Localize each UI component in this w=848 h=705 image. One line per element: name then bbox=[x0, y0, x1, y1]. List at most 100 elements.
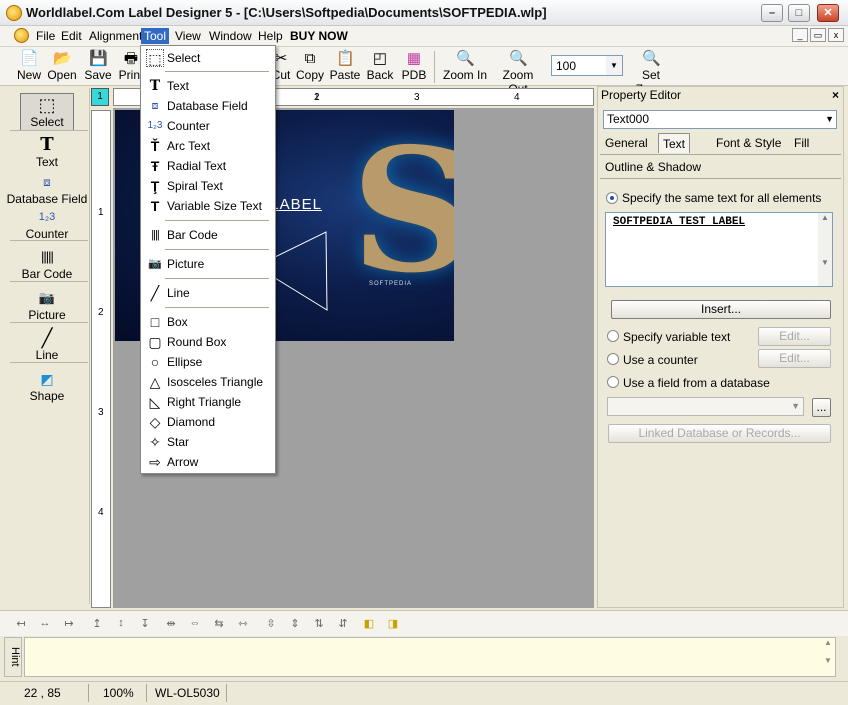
tool-menu-spiral-text[interactable]: Ţ Spiral Text bbox=[143, 176, 273, 196]
bring-front-icon[interactable]: ◧ bbox=[360, 617, 378, 631]
set-zoom-button[interactable]: 🔍 Set Zoom bbox=[626, 49, 676, 96]
object-select[interactable]: Text000 ▼ bbox=[603, 110, 837, 129]
variable-size-text-icon: T bbox=[150, 198, 160, 214]
tool-menu-bar-code[interactable]: |||| Bar Code bbox=[143, 225, 273, 245]
menu-file[interactable]: File bbox=[33, 28, 58, 44]
same-text-radio[interactable] bbox=[606, 192, 618, 204]
tool-menu-database-field[interactable]: ⧈ Database Field bbox=[143, 96, 273, 116]
insert-button[interactable]: Insert... bbox=[611, 300, 831, 319]
tool-menu-select[interactable]: ⬚ Select bbox=[143, 48, 273, 68]
mdi-restore-button[interactable]: ▭ bbox=[810, 28, 826, 42]
space-distribute-icon[interactable]: ⇿ bbox=[234, 617, 252, 631]
chevron-down-icon[interactable]: ▼ bbox=[791, 401, 800, 411]
zoom-out-button[interactable]: 🔍 Zoom Out bbox=[492, 49, 544, 96]
mdi-close-button[interactable]: x bbox=[828, 28, 844, 42]
tab-font-style[interactable]: Font & Style bbox=[712, 133, 785, 153]
text-field-scrollbar[interactable]: ▲ ▼ bbox=[818, 213, 832, 286]
send-back-layer-icon[interactable]: ◨ bbox=[384, 617, 402, 631]
ellipse-icon: ○ bbox=[150, 354, 160, 370]
space-horizontal-icon[interactable]: ⇹ bbox=[162, 617, 180, 631]
tool-menu-star[interactable]: ✧ Star bbox=[143, 432, 273, 452]
menu-window[interactable]: Window bbox=[206, 28, 255, 44]
tool-menu-round-box[interactable]: ▢ Round Box bbox=[143, 332, 273, 352]
minimize-button[interactable]: – bbox=[761, 4, 783, 22]
tool-menu-isosceles-triangle[interactable]: △ Isosceles Triangle bbox=[143, 372, 273, 392]
menu-buy-now[interactable]: BUY NOW bbox=[287, 28, 351, 44]
copy-button[interactable]: ⧉ Copy bbox=[295, 49, 325, 85]
palette-text[interactable]: T Text bbox=[6, 135, 88, 170]
label-text-field[interactable]: SOFTPEDIA TEST LABEL ▲ ▼ bbox=[605, 212, 833, 287]
tab-fill[interactable]: Fill bbox=[790, 133, 813, 153]
space-vertical-compact-icon[interactable]: ⇅ bbox=[310, 617, 328, 631]
database-field-radio[interactable] bbox=[607, 376, 619, 388]
align-left-icon[interactable]: ↤ bbox=[12, 617, 30, 631]
open-button[interactable]: 📂 Open bbox=[46, 49, 78, 85]
variable-text-radio[interactable] bbox=[607, 330, 619, 342]
palette-counter[interactable]: 1₂3 Counter bbox=[6, 207, 88, 241]
app-icon[interactable] bbox=[6, 5, 22, 21]
maximize-button[interactable]: □ bbox=[788, 4, 810, 22]
tab-outline-shadow[interactable]: Outline & Shadow bbox=[601, 157, 705, 177]
tool-menu-ellipse[interactable]: ○ Ellipse bbox=[143, 352, 273, 372]
paste-button[interactable]: 📋 Paste bbox=[329, 49, 361, 85]
tool-menu-counter[interactable]: 1₂3 Counter bbox=[143, 116, 273, 136]
tool-menu-picture[interactable]: 📷 Picture bbox=[143, 254, 273, 274]
menu-help[interactable]: Help bbox=[255, 28, 286, 44]
palette-select[interactable]: ⬚ Select bbox=[6, 93, 88, 131]
align-right-icon[interactable]: ↦ bbox=[60, 617, 78, 631]
menu-edit[interactable]: Edit bbox=[58, 28, 85, 44]
palette-database-field[interactable]: ⧈ Database Field bbox=[6, 172, 88, 206]
tool-menu-diamond[interactable]: ◇ Diamond bbox=[143, 412, 273, 432]
tab-text[interactable]: Text bbox=[658, 133, 691, 153]
align-middle-v-icon[interactable]: ↕ bbox=[112, 617, 130, 631]
align-top-icon[interactable]: ↥ bbox=[88, 617, 106, 631]
ruler-corner[interactable]: 1 bbox=[91, 88, 109, 106]
chevron-down-icon[interactable]: ▼ bbox=[606, 56, 622, 75]
database-field-label: Use a field from a database bbox=[623, 376, 770, 390]
tool-menu-radial-text[interactable]: Ŧ Radial Text bbox=[143, 156, 273, 176]
linked-database-button[interactable]: Linked Database or Records... bbox=[608, 424, 831, 443]
mdi-minimize-button[interactable]: _ bbox=[792, 28, 808, 42]
menu-alignment[interactable]: Alignment bbox=[86, 28, 145, 44]
tool-menu-line[interactable]: ╱ Line bbox=[143, 283, 273, 303]
tool-menu-box[interactable]: □ Box bbox=[143, 312, 273, 332]
hint-scrollbar[interactable]: ▲ ▼ bbox=[821, 638, 835, 676]
tool-menu-right-triangle[interactable]: ◺ Right Triangle bbox=[143, 392, 273, 412]
text-icon: T bbox=[149, 78, 161, 94]
document-icon[interactable] bbox=[14, 28, 29, 43]
browse-button[interactable]: ... bbox=[812, 398, 831, 417]
pdb-button[interactable]: ▦ PDB bbox=[400, 49, 428, 85]
close-button[interactable]: ✕ bbox=[817, 4, 839, 22]
zoom-level-select[interactable]: 100 ▼ bbox=[551, 55, 623, 76]
space-compact-icon[interactable]: ⇆ bbox=[210, 617, 228, 631]
tab-general[interactable]: General bbox=[601, 133, 652, 153]
back-button[interactable]: ◰ Back bbox=[365, 49, 395, 85]
palette-line[interactable]: ╱ Line bbox=[6, 328, 88, 362]
space-vertical-distribute-icon[interactable]: ⇵ bbox=[334, 617, 352, 631]
menu-view[interactable]: View bbox=[172, 28, 204, 44]
database-field-select[interactable]: ▼ bbox=[607, 397, 804, 416]
edit-variable-text-button[interactable]: Edit... bbox=[758, 327, 831, 346]
space-vertical-equal-icon[interactable]: ⇕ bbox=[286, 617, 304, 631]
save-button[interactable]: 💾 Save bbox=[82, 49, 114, 85]
palette-picture[interactable]: 📷 Picture bbox=[6, 288, 88, 322]
space-equal-icon[interactable]: ⇔ bbox=[186, 617, 204, 631]
menu-tool[interactable]: Tool bbox=[141, 28, 170, 44]
hint-area: ▲ ▼ bbox=[24, 637, 836, 677]
tool-menu-text[interactable]: T Text bbox=[143, 76, 273, 96]
edit-counter-button[interactable]: Edit... bbox=[758, 349, 831, 368]
zoom-in-button[interactable]: 🔍 Zoom In bbox=[443, 49, 487, 85]
align-center-h-icon[interactable]: ↔ bbox=[36, 617, 54, 631]
space-vertical-icon[interactable]: ⇳ bbox=[262, 617, 280, 631]
new-button[interactable]: 📄 New bbox=[14, 49, 44, 85]
palette-shape[interactable]: ◩ Shape bbox=[6, 369, 88, 403]
tool-menu-variable-size-text[interactable]: T Variable Size Text bbox=[143, 196, 273, 216]
palette-bar-code[interactable]: ||||| Bar Code bbox=[6, 247, 88, 281]
close-icon[interactable]: × bbox=[832, 87, 839, 103]
hint-tab[interactable]: Hint bbox=[4, 637, 22, 677]
counter-radio[interactable] bbox=[607, 353, 619, 365]
align-bottom-icon[interactable]: ↧ bbox=[136, 617, 154, 631]
tool-menu-arc-text[interactable]: Ť Arc Text bbox=[143, 136, 273, 156]
chevron-down-icon[interactable]: ▼ bbox=[825, 111, 834, 128]
tool-menu-arrow[interactable]: ⇨ Arrow bbox=[143, 452, 273, 472]
